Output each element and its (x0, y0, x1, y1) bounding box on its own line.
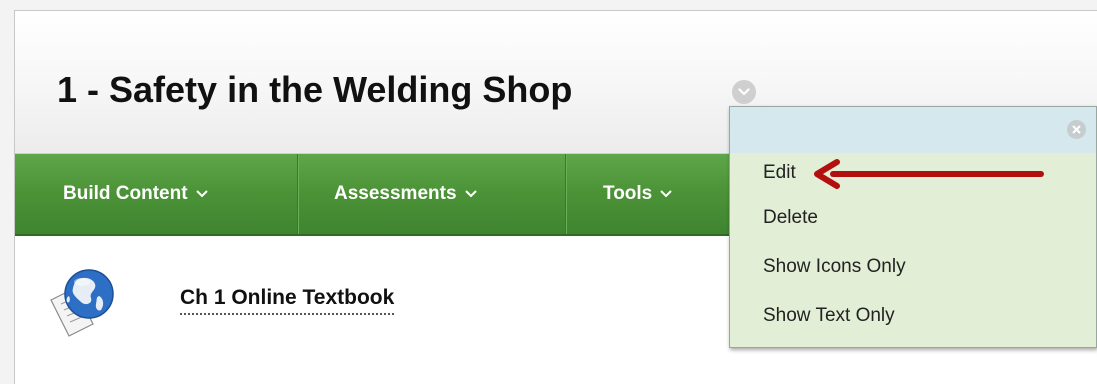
build-content-menu[interactable]: Build Content (63, 154, 208, 234)
tools-menu[interactable]: Tools (603, 154, 672, 234)
textbook-link[interactable]: Ch 1 Online Textbook (180, 286, 395, 315)
title-options-menu: Edit Delete Show Icons Only Show Text On… (729, 106, 1097, 348)
content-item: Ch 1 Online Textbook (49, 266, 569, 346)
globe-document-icon (49, 266, 115, 338)
chevron-down-icon (195, 190, 208, 198)
chevron-down-icon (464, 190, 477, 198)
menu-item-delete[interactable]: Delete (730, 193, 1096, 242)
menu-item-show-icons-only[interactable]: Show Icons Only (730, 242, 1096, 291)
title-options-chevron-icon[interactable] (732, 80, 756, 104)
close-icon[interactable] (1067, 120, 1086, 139)
tools-label: Tools (603, 183, 653, 204)
page-title: 1 - Safety in the Welding Shop (57, 69, 573, 110)
annotation-arrow-icon (814, 159, 1044, 189)
assessments-menu[interactable]: Assessments (334, 154, 477, 234)
build-content-label: Build Content (63, 183, 188, 204)
menu-divider (565, 154, 566, 234)
chevron-down-icon (660, 190, 672, 198)
menu-divider (297, 154, 298, 234)
assessments-label: Assessments (334, 183, 457, 204)
menu-item-show-text-only[interactable]: Show Text Only (730, 291, 1096, 340)
menu-header (730, 107, 1096, 153)
